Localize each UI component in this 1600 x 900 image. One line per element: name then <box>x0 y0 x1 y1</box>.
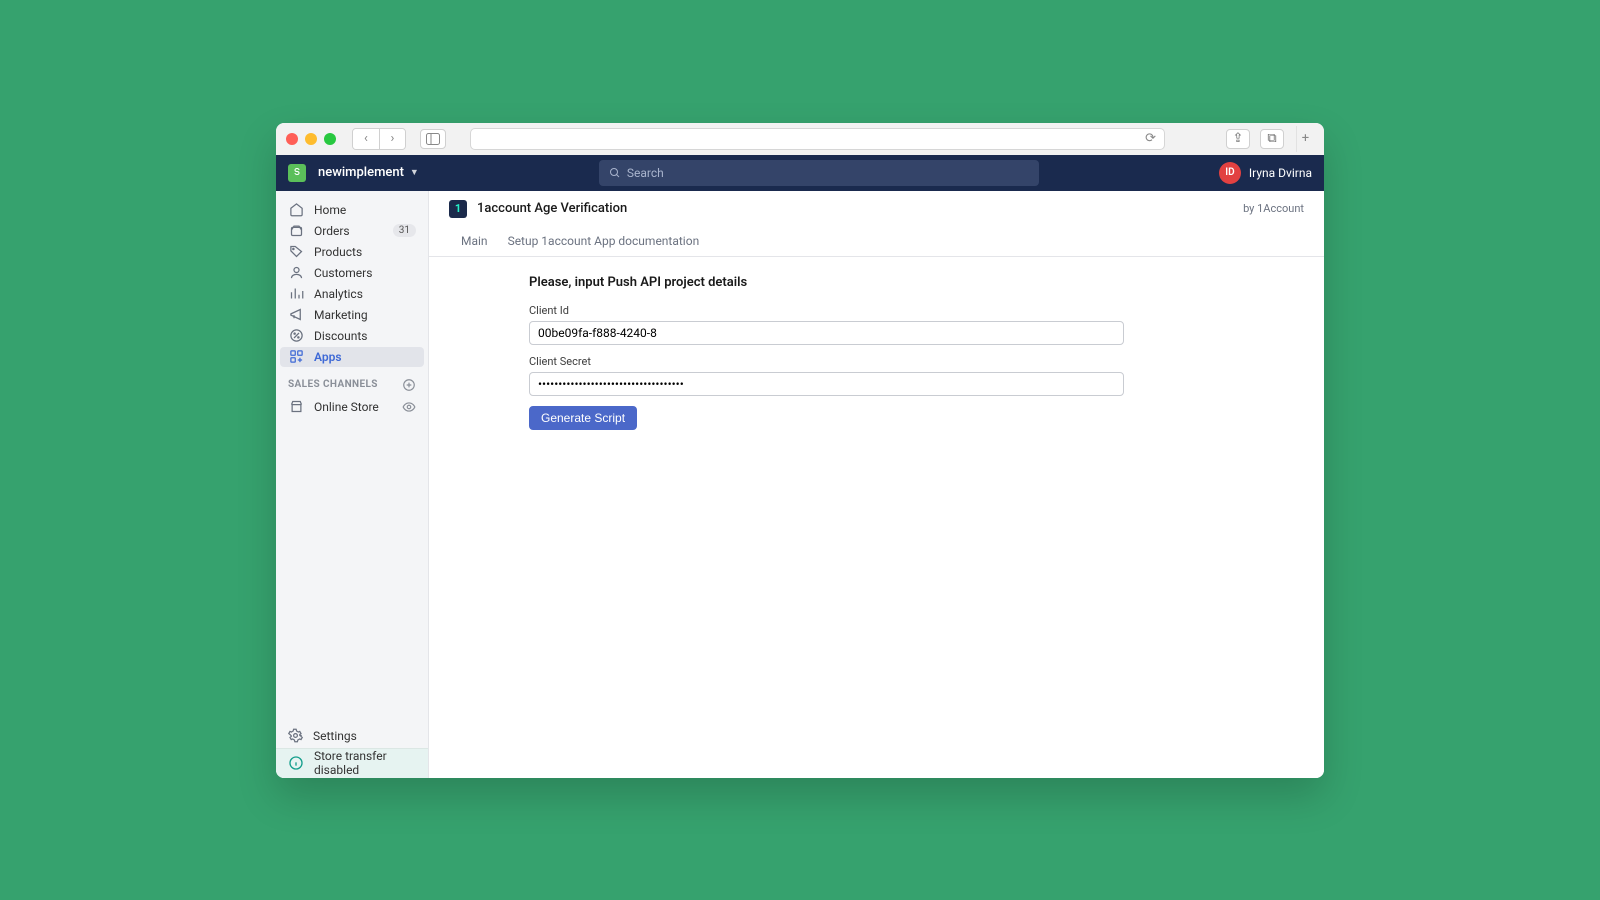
sidebar: Home Orders 31 Products Customers <box>276 191 429 778</box>
app-body: Home Orders 31 Products Customers <box>276 191 1324 778</box>
app-logo-icon: 1 <box>449 200 467 218</box>
content: Please, input Push API project details C… <box>429 257 1324 448</box>
store-icon <box>288 399 304 415</box>
apps-icon <box>288 349 304 365</box>
sidebar-toggle-icon[interactable] <box>420 129 446 149</box>
search-input[interactable]: Search <box>599 160 1039 186</box>
nav-buttons: ‹ › <box>352 128 406 150</box>
store-name-label: newimplement <box>318 165 404 180</box>
main: 1 1account Age Verification by 1Account … <box>429 191 1324 778</box>
sidebar-item-orders[interactable]: Orders 31 <box>276 221 428 241</box>
urlbar-wrap: ⟳ <box>470 128 1202 150</box>
tab-setup[interactable]: Setup 1account App documentation <box>508 234 700 248</box>
sidebar-item-settings[interactable]: Settings <box>276 724 428 748</box>
sidebar-item-label: Customers <box>314 266 372 280</box>
search-icon <box>609 167 621 179</box>
add-channel-icon[interactable] <box>402 378 416 392</box>
disabled-label: Store transfer disabled <box>314 749 416 777</box>
url-input[interactable]: ⟳ <box>470 128 1165 150</box>
store-switcher[interactable]: newimplement ▼ <box>318 165 419 180</box>
sidebar-item-customers[interactable]: Customers <box>276 263 428 283</box>
minimize-window-icon[interactable] <box>305 133 317 145</box>
orders-icon <box>288 223 304 239</box>
sidebar-item-label: Discounts <box>314 329 367 343</box>
settings-label: Settings <box>313 729 357 743</box>
discount-icon <box>288 328 304 344</box>
sidebar-item-label: Products <box>314 245 362 259</box>
browser-window: ‹ › ⟳ ⇪ ⧉ + newimplement ▼ Search <box>276 123 1324 778</box>
browser-titlebar: ‹ › ⟳ ⇪ ⧉ + <box>276 123 1324 155</box>
new-tab-button[interactable]: + <box>1296 126 1314 152</box>
titlebar-right-icons: ⇪ ⧉ + <box>1226 126 1314 152</box>
eye-icon[interactable] <box>402 400 416 414</box>
shopify-logo-icon <box>288 164 306 182</box>
sidebar-item-home[interactable]: Home <box>276 200 428 220</box>
tabs-icon[interactable]: ⧉ <box>1260 129 1284 149</box>
client-id-input[interactable] <box>529 321 1124 345</box>
refresh-icon[interactable]: ⟳ <box>1145 131 1156 146</box>
sidebar-bottom: Settings Store transfer disabled <box>276 724 428 778</box>
sidebar-item-label: Marketing <box>314 308 368 322</box>
megaphone-icon <box>288 307 304 323</box>
maximize-window-icon[interactable] <box>324 133 336 145</box>
sidebar-item-online-store[interactable]: Online Store <box>276 397 428 417</box>
app-topbar: newimplement ▼ Search ID Iryna Dvirna <box>276 155 1324 191</box>
orders-badge: 31 <box>393 224 416 237</box>
info-icon <box>288 755 304 771</box>
sidebar-item-analytics[interactable]: Analytics <box>276 284 428 304</box>
sidebar-item-label: Orders <box>314 224 350 238</box>
analytics-icon <box>288 286 304 302</box>
sidebar-item-label: Apps <box>314 350 342 364</box>
traffic-lights <box>286 133 336 145</box>
close-window-icon[interactable] <box>286 133 298 145</box>
app-tabs: Main Setup 1account App documentation <box>429 227 1324 257</box>
sidebar-item-label: Home <box>314 203 346 217</box>
search-placeholder: Search <box>627 166 664 180</box>
client-secret-block: Client Secret <box>529 355 1224 396</box>
page-heading: Please, input Push API project details <box>529 275 1224 290</box>
store-transfer-disabled-banner[interactable]: Store transfer disabled <box>276 748 428 778</box>
section-label-text: SALES CHANNELS <box>288 379 378 390</box>
person-icon <box>288 265 304 281</box>
sidebar-item-marketing[interactable]: Marketing <box>276 305 428 325</box>
home-icon <box>288 202 304 218</box>
sidebar-item-products[interactable]: Products <box>276 242 428 262</box>
share-icon[interactable]: ⇪ <box>1226 129 1250 149</box>
client-id-block: Client Id <box>529 304 1224 345</box>
sidebar-item-apps[interactable]: Apps <box>280 347 424 367</box>
user-menu[interactable]: ID Iryna Dvirna <box>1219 162 1312 184</box>
back-button[interactable]: ‹ <box>353 129 379 149</box>
app-title: 1account Age Verification <box>477 201 627 216</box>
sidebar-item-label: Online Store <box>314 400 379 414</box>
sidebar-item-label: Analytics <box>314 287 363 301</box>
tag-icon <box>288 244 304 260</box>
app-header: 1 1account Age Verification by 1Account <box>429 191 1324 227</box>
generate-script-button[interactable]: Generate Script <box>529 406 637 430</box>
avatar: ID <box>1219 162 1241 184</box>
sidebar-item-discounts[interactable]: Discounts <box>276 326 428 346</box>
client-secret-input[interactable] <box>529 372 1124 396</box>
caret-down-icon: ▼ <box>410 167 419 178</box>
forward-button[interactable]: › <box>379 129 405 149</box>
nav: Home Orders 31 Products Customers <box>276 191 428 418</box>
gear-icon <box>288 728 303 743</box>
sales-channels-label: SALES CHANNELS <box>276 368 428 396</box>
user-name-label: Iryna Dvirna <box>1249 166 1312 180</box>
client-id-label: Client Id <box>529 304 1224 317</box>
client-secret-label: Client Secret <box>529 355 1224 368</box>
tab-main[interactable]: Main <box>461 234 488 248</box>
app-by-label: by 1Account <box>1243 202 1304 215</box>
